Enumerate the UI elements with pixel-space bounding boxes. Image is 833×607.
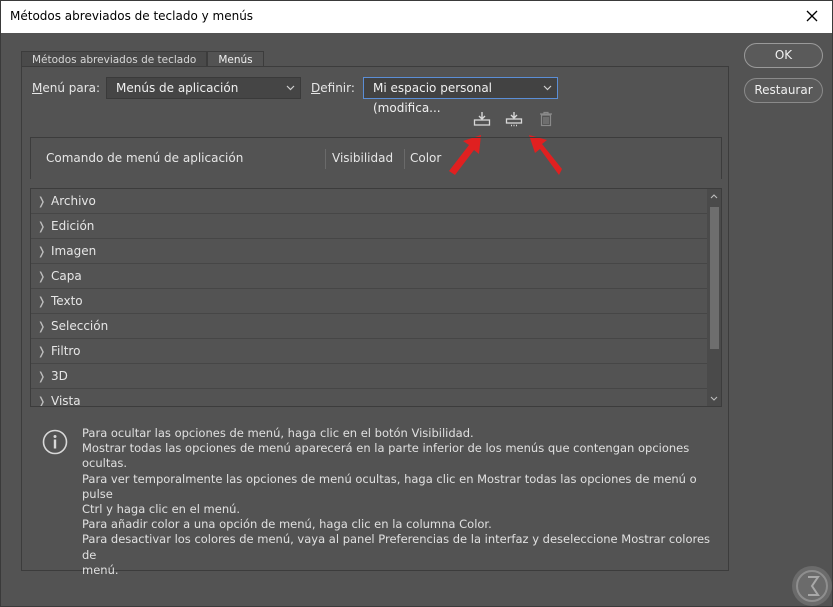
- window-title: Métodos abreviados de teclado y menús: [10, 9, 254, 23]
- scrollbar-thumb[interactable]: [710, 207, 719, 349]
- column-visibility[interactable]: Visibilidad: [332, 151, 393, 165]
- list-item[interactable]: ❭ Capa: [31, 264, 707, 289]
- scroll-up-icon[interactable]: [707, 190, 721, 204]
- chevron-right-icon[interactable]: ❭: [37, 314, 46, 339]
- close-icon[interactable]: [798, 3, 826, 29]
- chevron-right-icon[interactable]: ❭: [37, 264, 46, 289]
- list-item[interactable]: ❭ Texto: [31, 289, 707, 314]
- info-text: Para ocultar las opciones de menú, haga …: [82, 426, 711, 577]
- chevron-right-icon[interactable]: ❭: [37, 389, 46, 406]
- chevron-right-icon[interactable]: ❭: [37, 214, 46, 239]
- list-item[interactable]: ❭ Archivo: [31, 189, 707, 214]
- define-label: Definir:: [311, 81, 355, 95]
- tab-bar: Métodos abreviados de teclado Menús: [21, 51, 264, 67]
- column-color[interactable]: Color: [410, 151, 441, 165]
- tab-keyboard-shortcuts[interactable]: Métodos abreviados de teclado: [21, 51, 208, 67]
- menu-list: ❭ Archivo ❭ Edición ❭ Imagen ❭ Capa ❭ Texto ❭…: [30, 188, 722, 407]
- tab-menus[interactable]: Menús: [207, 51, 264, 67]
- list-item[interactable]: ❭ Filtro: [31, 339, 707, 364]
- reset-button[interactable]: Restaurar: [744, 78, 823, 103]
- list-item[interactable]: ❭ Imagen: [31, 239, 707, 264]
- define-select[interactable]: Mi espacio personal (modifica...: [363, 77, 558, 115]
- menu-for-select[interactable]: Menús de aplicación: [106, 77, 301, 99]
- chevron-down-icon: [286, 78, 295, 104]
- scrollbar[interactable]: [707, 189, 721, 406]
- title-bar: Métodos abreviados de teclado y menús: [1, 1, 832, 33]
- column-divider: [404, 149, 405, 169]
- save-set-as-icon[interactable]: [504, 109, 524, 129]
- list-item[interactable]: ❭ Edición: [31, 214, 707, 239]
- watermark-logo: [792, 566, 832, 606]
- table-header: Comando de menú de aplicación Visibilida…: [30, 137, 722, 179]
- save-set-icon[interactable]: [472, 109, 492, 129]
- list-item[interactable]: ❭ Vista: [31, 389, 707, 406]
- chevron-right-icon[interactable]: ❭: [37, 189, 46, 214]
- dialog-window: Métodos abreviados de teclado y menús Mé…: [0, 0, 833, 607]
- scroll-down-icon[interactable]: [707, 391, 721, 405]
- column-command[interactable]: Comando de menú de aplicación: [46, 151, 243, 165]
- chevron-right-icon[interactable]: ❭: [37, 289, 46, 314]
- column-divider: [325, 149, 326, 169]
- chevron-right-icon[interactable]: ❭: [37, 239, 46, 264]
- list-item[interactable]: ❭ 3D: [31, 364, 707, 389]
- chevron-down-icon: [543, 78, 552, 104]
- list-item[interactable]: ❭ Selección: [31, 314, 707, 339]
- chevron-right-icon[interactable]: ❭: [37, 339, 46, 364]
- menu-for-label: Menú para:: [32, 81, 101, 95]
- menu-for-value: Menús de aplicación: [116, 81, 239, 95]
- chevron-right-icon[interactable]: ❭: [37, 364, 46, 389]
- ok-button[interactable]: OK: [744, 43, 823, 68]
- delete-set-icon[interactable]: [536, 109, 556, 129]
- info-icon: [42, 429, 68, 458]
